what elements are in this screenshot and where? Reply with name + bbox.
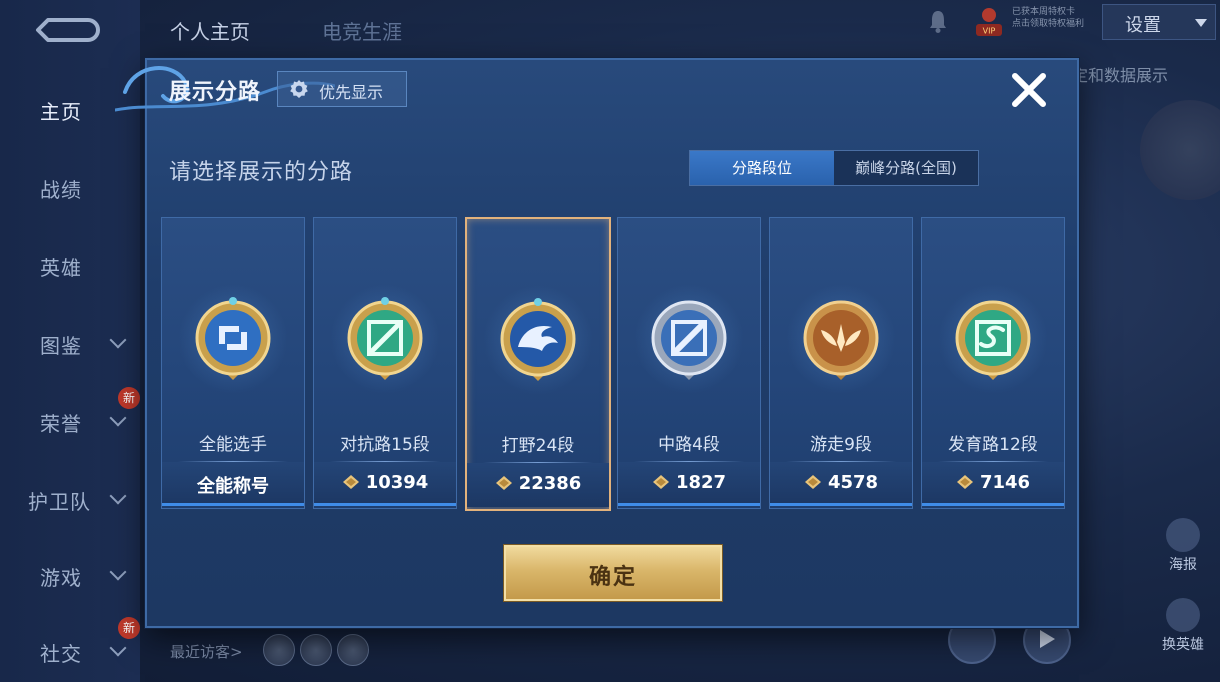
lane-name: 全能选手 xyxy=(199,435,267,455)
priority-display-button[interactable]: 优先显示 xyxy=(277,71,407,107)
chevron-down-icon xyxy=(109,487,127,505)
change-hero-button[interactable]: 换英雄 xyxy=(1155,598,1211,654)
chevron-down-icon xyxy=(109,639,127,657)
lane-score: 1827 xyxy=(618,472,760,493)
card-footer: 10394 xyxy=(314,462,456,506)
vip-status-line-2: 点击领取特权福利 xyxy=(1012,19,1085,29)
sidebar-item-records[interactable]: 战绩 xyxy=(40,174,82,203)
lane-display-dialog: 展示分路 优先显示 请选择展示的分路 分路段位 巅峰分路(全国) 全能选手 全能… xyxy=(115,58,1079,628)
jungle-icon xyxy=(500,298,576,381)
dialog-title: 展示分路 xyxy=(169,80,262,105)
lane-card-mid[interactable]: 中路4段 1827 xyxy=(617,217,761,509)
lane-score: 4578 xyxy=(770,472,912,493)
sidebar-item-games[interactable]: 游戏 xyxy=(40,562,82,591)
card-footer: 22386 xyxy=(467,463,609,507)
sidebar-item-home[interactable]: 主页 xyxy=(40,96,82,125)
lane-value: 全能称号 xyxy=(197,476,269,497)
visitor-avatar[interactable] xyxy=(337,634,369,666)
lane-score-value: 7146 xyxy=(979,472,1031,493)
roam-icon xyxy=(803,300,879,380)
recent-visitors-link[interactable]: 最近访客> xyxy=(170,641,243,662)
tab-profile[interactable]: 个人主页 xyxy=(170,16,250,45)
tab-peak-lane[interactable]: 巅峰分路(全国) xyxy=(834,151,978,185)
play-icon xyxy=(1040,630,1055,648)
card-footer: 1827 xyxy=(618,462,760,506)
poster-button[interactable]: 海报 xyxy=(1155,518,1211,574)
lane-card-jungle[interactable]: 打野24段 22386 xyxy=(465,217,611,511)
vip-status-line-1: 已获本周特权卡 xyxy=(1012,7,1076,17)
tab-lane-rank[interactable]: 分路段位 xyxy=(690,151,834,185)
footer-bar xyxy=(162,503,304,506)
moon-decoration xyxy=(1140,100,1220,200)
footer-bar xyxy=(314,503,456,506)
bell-icon[interactable] xyxy=(928,8,948,34)
new-badge: 新 xyxy=(118,387,140,409)
background-text: 定和数据展示 xyxy=(1072,66,1169,85)
chevron-down-icon xyxy=(109,331,127,349)
chevron-down-icon xyxy=(109,563,127,581)
change-hero-icon xyxy=(1166,598,1200,632)
lane-name: 中路4段 xyxy=(658,435,720,455)
gear-icon xyxy=(290,80,308,98)
farm-lane-icon xyxy=(955,300,1031,380)
lane-card-clash[interactable]: 对抗路15段 10394 xyxy=(313,217,457,509)
chevron-down-icon xyxy=(109,409,127,427)
vip-icon[interactable]: VIP xyxy=(975,6,1003,38)
score-icon xyxy=(652,475,669,489)
all-round-icon xyxy=(195,297,271,380)
card-footer: 4578 xyxy=(770,462,912,506)
vip-icon-label: VIP xyxy=(983,27,996,36)
footer-bar xyxy=(618,503,760,506)
card-footer: 全能称号 xyxy=(162,462,304,506)
settings-label: 设置 xyxy=(1125,15,1161,36)
lane-name: 发育路12段 xyxy=(948,435,1038,455)
lane-score-value: 10394 xyxy=(365,472,429,493)
score-icon xyxy=(956,475,973,489)
lane-score-value: 4578 xyxy=(827,472,879,493)
sidebar-item-social[interactable]: 社交 xyxy=(40,638,82,667)
clash-lane-icon xyxy=(347,297,423,380)
mid-lane-icon xyxy=(651,300,727,380)
sidebar-item-codex[interactable]: 图鉴 xyxy=(40,330,82,359)
card-footer: 7146 xyxy=(922,462,1064,506)
footer-bar xyxy=(922,503,1064,506)
back-arrow-icon[interactable] xyxy=(30,12,100,48)
lane-tabs: 分路段位 巅峰分路(全国) xyxy=(689,150,979,186)
lane-score: 10394 xyxy=(314,472,456,493)
new-badge: 新 xyxy=(118,617,140,639)
sidebar-item-guard[interactable]: 护卫队 xyxy=(28,486,91,515)
confirm-label: 确定 xyxy=(588,565,637,590)
lane-score: 7146 xyxy=(922,472,1064,493)
lane-name: 对抗路15段 xyxy=(340,435,430,455)
lane-name: 游走9段 xyxy=(810,435,872,455)
priority-display-label: 优先显示 xyxy=(319,83,384,102)
footer-bar xyxy=(770,503,912,506)
lane-card-all-round[interactable]: 全能选手 全能称号 xyxy=(161,217,305,509)
poster-icon xyxy=(1166,518,1200,552)
lane-name: 打野24段 xyxy=(501,436,575,456)
score-icon xyxy=(495,476,512,490)
vip-status-text: 已获本周特权卡 点击领取特权福利 xyxy=(1012,6,1084,30)
sidebar-item-heroes[interactable]: 英雄 xyxy=(40,252,82,281)
score-icon xyxy=(804,475,821,489)
settings-button[interactable]: 设置 xyxy=(1102,4,1216,40)
confirm-button[interactable]: 确定 xyxy=(504,545,722,601)
tab-esports[interactable]: 电竞生涯 xyxy=(322,16,402,45)
sidebar-item-honor[interactable]: 荣誉 xyxy=(40,408,82,437)
caret-down-icon xyxy=(1195,19,1207,27)
score-icon xyxy=(342,475,359,489)
visitor-avatar[interactable] xyxy=(263,634,295,666)
lane-card-farm[interactable]: 发育路12段 7146 xyxy=(921,217,1065,509)
change-hero-label: 换英雄 xyxy=(1162,637,1204,653)
lane-score: 22386 xyxy=(467,473,609,494)
lane-score-value: 1827 xyxy=(675,472,727,493)
lane-score-value: 22386 xyxy=(518,473,582,494)
lane-card-roam[interactable]: 游走9段 4578 xyxy=(769,217,913,509)
dialog-subtitle: 请选择展示的分路 xyxy=(169,160,354,185)
visitor-avatar[interactable] xyxy=(300,634,332,666)
close-icon[interactable] xyxy=(1007,68,1051,112)
poster-label: 海报 xyxy=(1169,557,1197,573)
